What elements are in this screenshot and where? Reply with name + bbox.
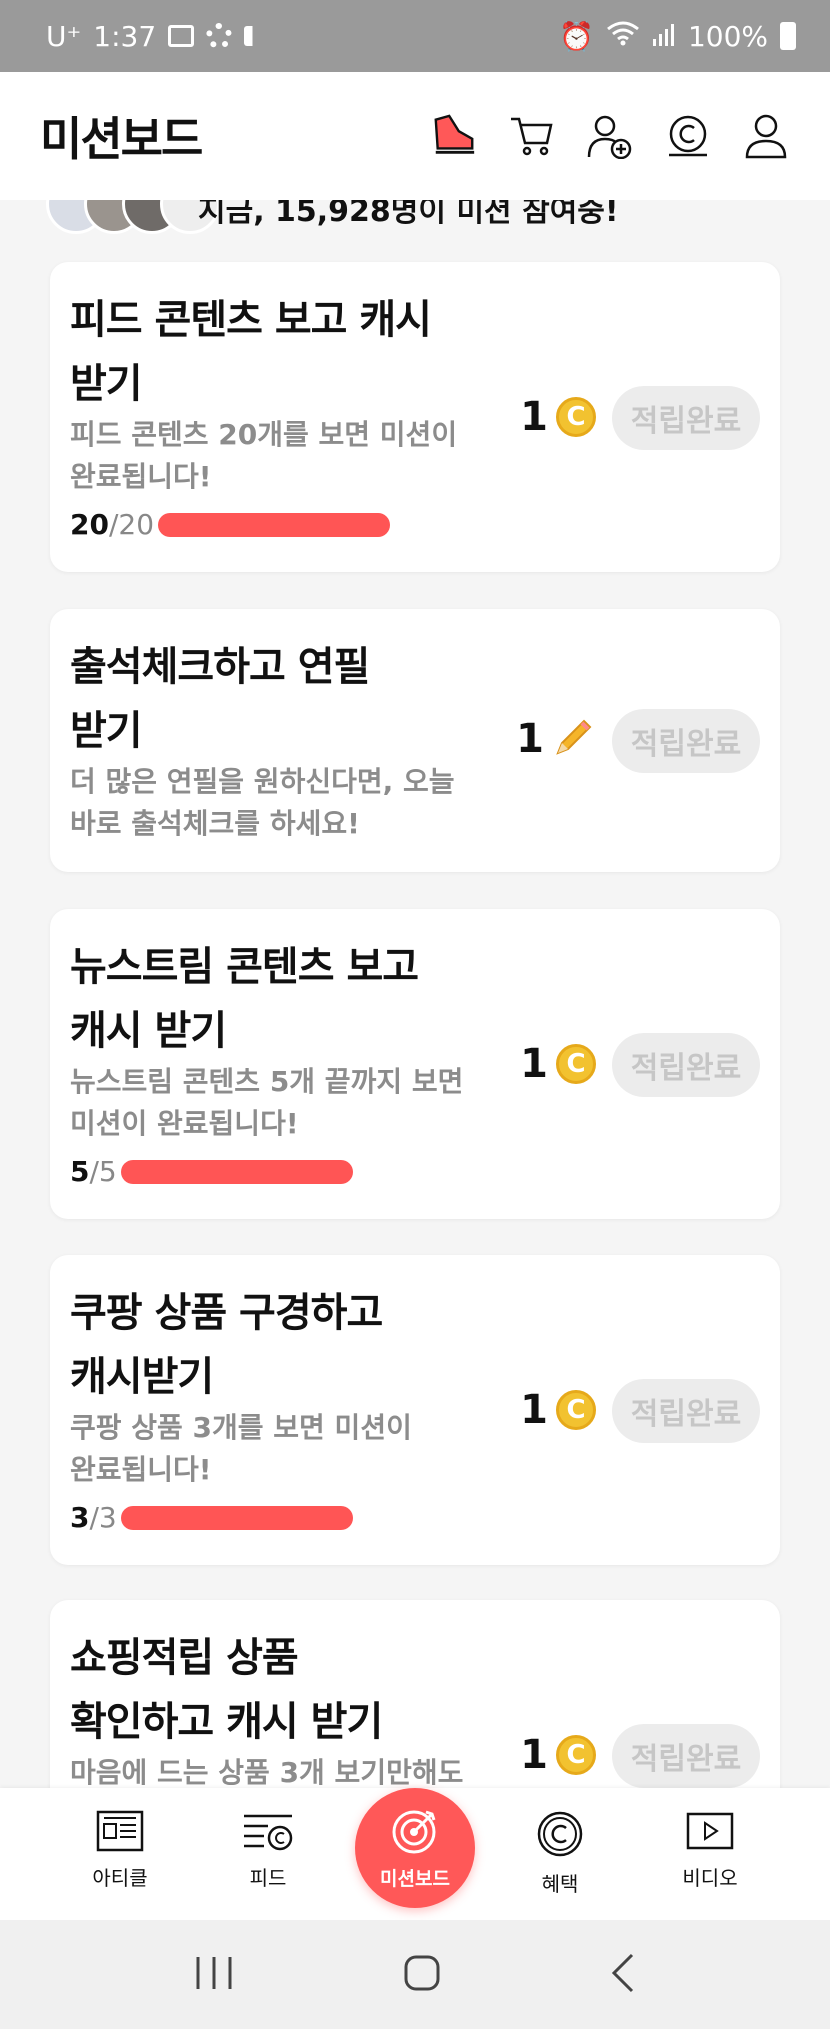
mission-reward: 1 C: [520, 1041, 596, 1087]
progress-total: /3: [89, 1501, 117, 1534]
coin-icon: C: [556, 1735, 596, 1775]
mission-title: 쿠팡 상품 구경하고 캐시받기: [70, 1290, 383, 1400]
recent-apps-icon[interactable]: [192, 1953, 236, 1997]
mission-reward: 1 C: [520, 1387, 596, 1433]
reward-amount: 1: [516, 716, 544, 762]
nav-missionboard[interactable]: 미션보드: [355, 1788, 475, 1908]
mission-card[interactable]: 피드 콘텐츠 보고 캐시 받기 피드 콘텐츠 20개를 보면 미션이 완료됩니다! …: [50, 262, 780, 572]
home-icon[interactable]: [400, 1951, 444, 1999]
reward-claimed-button[interactable]: 적립완료: [612, 709, 760, 773]
progress-total: /20: [108, 508, 155, 541]
reward-claimed-button[interactable]: 적립완료: [612, 1033, 760, 1097]
nav-label: 혜택: [541, 1872, 579, 1896]
settings-icon: [206, 23, 233, 49]
nav-label: 미션보드: [380, 1867, 450, 1890]
reward-claimed-button[interactable]: 적립완료: [612, 1379, 760, 1443]
wifi-icon: [606, 20, 640, 53]
system-navigation-bar: [0, 1920, 830, 2029]
nav-label: 비디오: [682, 1866, 738, 1890]
progress-current: 20: [70, 508, 109, 541]
reward-amount: 1: [520, 394, 548, 440]
progress-bar: [158, 512, 391, 537]
feed-icon: [244, 1814, 293, 1851]
mission-card[interactable]: 쿠팡 상품 구경하고 캐시받기 쿠팡 상품 3개를 보면 미션이 완료됩니다! 3 …: [50, 1255, 780, 1565]
mission-progress: 20 /20: [70, 508, 391, 541]
profile-icon[interactable]: [742, 112, 790, 160]
mission-description: 더 많은 연필을 원하신다면, 오늘 바로 출석체크를 하세요!: [70, 765, 455, 840]
participants-count-text: 지금, 15,928명이 미션 참여중!: [198, 200, 619, 229]
reward-amount: 1: [520, 1732, 548, 1778]
target-icon: [392, 1810, 436, 1853]
nav-label: 피드: [249, 1866, 287, 1890]
mission-reward: 1 C: [520, 1732, 596, 1778]
signal-steps-icon: [244, 26, 271, 46]
progress-bar: [120, 1505, 353, 1530]
gallery-icon: [168, 25, 195, 47]
participant-avatars: [46, 200, 220, 234]
progress-current: 3: [70, 1501, 90, 1534]
nav-feed[interactable]: 피드: [208, 1810, 328, 1891]
mission-description: 뉴스트림 콘텐츠 5개 끝까지 보면 미션이 완료됩니다!: [70, 1065, 464, 1140]
add-friend-icon[interactable]: [586, 112, 634, 160]
reward-amount: 1: [520, 1387, 548, 1433]
nav-label: 아티클: [92, 1866, 148, 1890]
participants-strip: 지금, 15,928명이 미션 참여중!: [0, 200, 830, 240]
progress-current: 5: [70, 1155, 90, 1188]
mission-title: 쇼핑적립 상품 확인하고 캐시 받기: [70, 1635, 383, 1745]
video-icon: [686, 1812, 734, 1850]
benefit-icon: [537, 1811, 583, 1857]
clock: 1:37: [93, 19, 157, 53]
pencil-icon: [552, 715, 596, 763]
shoe-icon[interactable]: [430, 112, 478, 160]
page-title: 미션보드: [40, 112, 203, 166]
progress-bar: [120, 1159, 353, 1184]
cart-icon[interactable]: [508, 112, 556, 160]
battery-icon: [780, 22, 796, 50]
cell-signal-icon: [652, 20, 676, 53]
coin-icon: C: [556, 1044, 596, 1084]
reward-claimed-button[interactable]: 적립완료: [612, 386, 760, 450]
battery-label: 100%: [687, 19, 768, 53]
alarm-icon: ⏰: [559, 19, 594, 53]
status-bar: U⁺ 1:37 ⏰ 100%: [0, 0, 830, 72]
back-icon[interactable]: [608, 1951, 638, 1999]
mission-title: 출석체크하고 연필 받기: [70, 644, 370, 754]
mission-title: 뉴스트림 콘텐츠 보고 캐시 받기: [70, 944, 419, 1054]
mission-progress: 5 /5: [70, 1155, 353, 1188]
mission-reward: 1 C: [520, 394, 596, 440]
mission-card[interactable]: 출석체크하고 연필 받기 더 많은 연필을 원하신다면, 오늘 바로 출석체크를 하…: [50, 609, 780, 872]
mission-progress: 3 /3: [70, 1501, 353, 1534]
mission-description: 피드 콘텐츠 20개를 보면 미션이 완료됩니다!: [70, 418, 458, 493]
nav-video[interactable]: 비디오: [650, 1810, 770, 1891]
app-header: 미션보드: [0, 72, 830, 200]
progress-total: /5: [89, 1155, 117, 1188]
mission-card[interactable]: 뉴스트림 콘텐츠 보고 캐시 받기 뉴스트림 콘텐츠 5개 끝까지 보면 미션이 완…: [50, 909, 780, 1219]
reward-claimed-button[interactable]: 적립완료: [612, 1724, 760, 1788]
reward-amount: 1: [520, 1041, 548, 1087]
nav-article[interactable]: 아티클: [60, 1810, 180, 1891]
coin-icon: C: [556, 1390, 596, 1430]
article-icon: [96, 1810, 144, 1852]
mission-title: 피드 콘텐츠 보고 캐시 받기: [70, 297, 432, 407]
mission-reward: 1: [516, 715, 596, 763]
coin-icon: C: [556, 397, 596, 437]
nav-benefit[interactable]: 혜택: [500, 1810, 620, 1897]
carrier-label: U⁺: [46, 19, 82, 53]
mission-description: 쿠팡 상품 3개를 보면 미션이 완료됩니다!: [70, 1411, 412, 1486]
cash-icon[interactable]: [664, 112, 712, 160]
